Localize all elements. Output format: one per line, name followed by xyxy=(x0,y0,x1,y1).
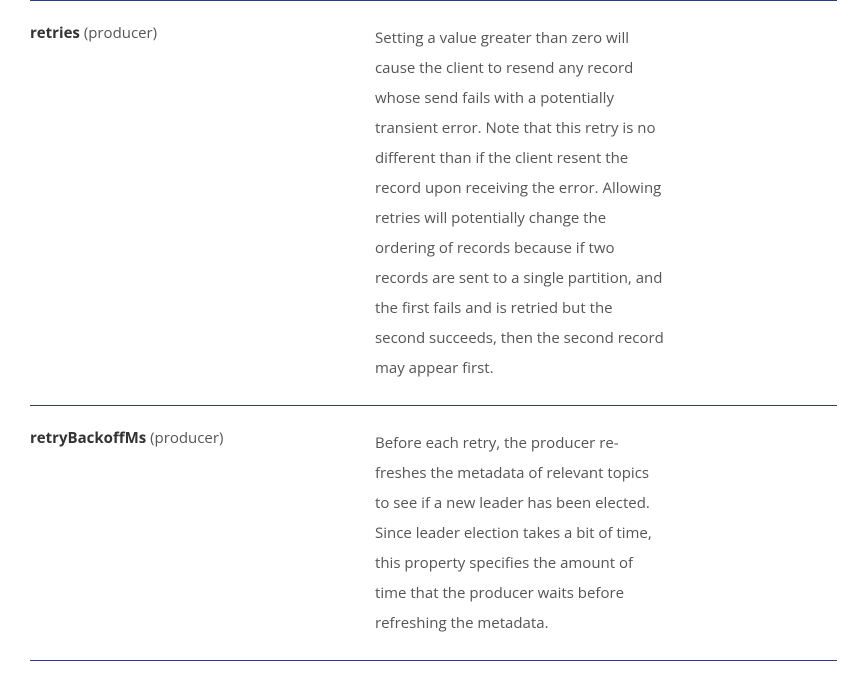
parameter-context: (producer) xyxy=(84,23,157,43)
parameter-name-cell: retryBackoffMs (producer) xyxy=(30,428,375,638)
parameter-name: retryBackoffMs xyxy=(30,428,146,448)
parameter-description: Before each retry, the producer re­fresh… xyxy=(375,428,665,638)
table-row: retryBackoffMs (producer) Before each re… xyxy=(30,405,837,661)
parameter-name-cell: retries (producer) xyxy=(30,23,375,383)
parameter-table: retries (producer) Setting a value great… xyxy=(30,0,837,661)
parameter-description: Setting a value greater than zero will c… xyxy=(375,23,665,383)
parameter-context: (producer) xyxy=(150,428,223,448)
parameter-name: retries xyxy=(30,23,80,43)
table-row: retries (producer) Setting a value great… xyxy=(30,0,837,405)
